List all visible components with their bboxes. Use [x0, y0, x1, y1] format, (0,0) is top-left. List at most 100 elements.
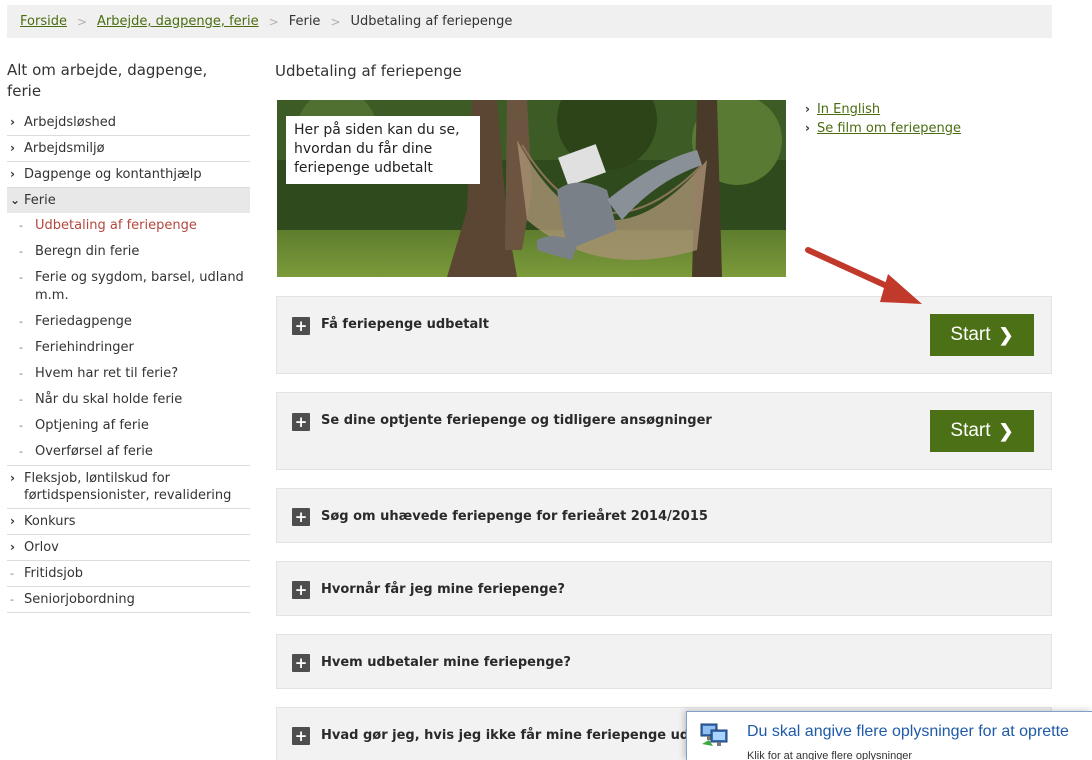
sidebar-item-arbejdsloshed[interactable]: › Arbejdsløshed	[7, 110, 250, 136]
sidebar-item-ferie[interactable]: ⌄ Ferie	[7, 188, 250, 213]
accordion-item[interactable]: + Få feriepenge udbetalt Start ❯	[276, 296, 1052, 374]
dash-icon: -	[10, 593, 14, 606]
hero-image: Her på siden kan du se, hvordan du får d…	[277, 100, 786, 277]
accordion-item[interactable]: + Hvem udbetaler mine feriepenge?	[276, 634, 1052, 689]
sidebar-subitem-label: Ferie og sygdom, barsel, udland m.m.	[35, 270, 244, 303]
sidebar-subitem-label: Hvem har ret til ferie?	[35, 366, 179, 381]
link-row: › Se film om feriepenge	[805, 119, 961, 138]
dash-icon: -	[19, 315, 23, 328]
dash-icon: -	[19, 271, 23, 284]
breadcrumb-arbejde-link[interactable]: Arbejde, dagpenge, ferie	[97, 14, 259, 29]
sidebar-item-fleksjob[interactable]: › Fleksjob, løntilskud for førtidspensio…	[7, 466, 250, 509]
notification-subtitle: Klik for at angive flere oplysninger	[747, 750, 913, 760]
link-row: › In English	[805, 100, 961, 119]
start-button-label: Start	[950, 324, 991, 345]
sidebar-subitem-ferie-sygdom[interactable]: - Ferie og sygdom, barsel, udland m.m.	[7, 265, 250, 309]
sidebar-item-label: Fleksjob, løntilskud for førtidspensioni…	[24, 471, 232, 503]
accordion-item[interactable]: + Søg om uhævede feriepenge for ferieåre…	[276, 488, 1052, 543]
start-button[interactable]: Start ❯	[930, 410, 1034, 452]
sidebar-item-fritidsjob[interactable]: - Fritidsjob	[7, 561, 250, 587]
start-button[interactable]: Start ❯	[930, 314, 1034, 356]
film-feriepenge-link[interactable]: Se film om feriepenge	[817, 119, 961, 138]
in-english-link[interactable]: In English	[817, 100, 880, 119]
dash-icon: -	[19, 419, 23, 432]
sidebar-item-label: Arbejdsløshed	[24, 115, 116, 130]
chevron-down-icon: ⌄	[10, 193, 21, 207]
plus-icon[interactable]: +	[292, 317, 310, 335]
plus-icon[interactable]: +	[292, 654, 310, 672]
sidebar-subitem-udbetaling[interactable]: - Udbetaling af feriepenge	[7, 213, 250, 239]
sidebar-subitem-label: Udbetaling af feriepenge	[35, 218, 197, 233]
notification-title: Du skal angive flere oplysninger for at …	[747, 723, 1069, 740]
hero-caption: Her på siden kan du se, hvordan du får d…	[286, 116, 480, 184]
breadcrumb-ferie: Ferie	[288, 14, 321, 29]
dash-icon: -	[19, 341, 23, 354]
sidebar-item-label: Ferie	[24, 193, 56, 208]
page-title: Udbetaling af feriepenge	[275, 62, 462, 80]
chevron-right-icon: ›	[10, 514, 15, 528]
system-notification[interactable]: Du skal angive flere oplysninger for at …	[686, 711, 1092, 760]
dash-icon: -	[10, 567, 14, 580]
dash-icon: -	[19, 219, 23, 232]
chevron-right-icon: ›	[10, 141, 15, 155]
chevron-right-icon: ›	[10, 115, 15, 129]
sidebar-subitem-ret-til-ferie[interactable]: - Hvem har ret til ferie?	[7, 361, 250, 387]
plus-icon[interactable]: +	[292, 581, 310, 599]
sidebar-subitem-label: Optjening af ferie	[35, 418, 149, 433]
accordion-label: Hvem udbetaler mine feriepenge?	[321, 655, 571, 670]
breadcrumb: Forside > Arbejde, dagpenge, ferie > Fer…	[7, 5, 1052, 38]
sidebar-subitem-beregn[interactable]: - Beregn din ferie	[7, 239, 250, 265]
red-arrow-icon	[805, 247, 922, 304]
sidebar-item-label: Konkurs	[24, 514, 76, 529]
chevron-right-icon: ›	[10, 167, 15, 181]
dash-icon: -	[19, 445, 23, 458]
chevron-right-icon: ›	[805, 102, 810, 116]
sidebar-subitem-label: Beregn din ferie	[35, 244, 140, 259]
sidebar-subitem-label: Når du skal holde ferie	[35, 392, 183, 407]
sidebar-item-orlov[interactable]: › Orlov	[7, 535, 250, 561]
sidebar-title: Alt om arbejde, dagpenge, ferie	[7, 61, 208, 100]
chevron-right-icon: ❯	[998, 420, 1014, 441]
dash-icon: -	[19, 245, 23, 258]
accordion-label: Få feriepenge udbetalt	[321, 317, 489, 332]
sidebar-subitem-holde-ferie[interactable]: - Når du skal holde ferie	[7, 387, 250, 413]
accordion-item[interactable]: + Hvornår får jeg mine feriepenge?	[276, 561, 1052, 616]
breadcrumb-separator-icon: >	[330, 14, 341, 29]
sidebar-subitem-label: Overførsel af ferie	[35, 444, 153, 459]
sidebar-subitem-overforsel[interactable]: - Overførsel af ferie	[7, 439, 250, 466]
side-links: › In English › Se film om feriepenge	[805, 100, 961, 138]
accordion-label: Se dine optjente feriepenge og tidligere…	[321, 413, 712, 428]
plus-icon[interactable]: +	[292, 508, 310, 526]
plus-icon[interactable]: +	[292, 413, 310, 431]
breadcrumb-separator-icon: >	[268, 14, 279, 29]
sidebar-item-label: Dagpenge og kontanthjælp	[24, 167, 202, 182]
sidebar-item-label: Seniorjobordning	[24, 592, 135, 607]
sidebar-subitem-feriehindringer[interactable]: - Feriehindringer	[7, 335, 250, 361]
network-computer-icon	[700, 723, 728, 746]
sidebar-item-arbejdsmiljo[interactable]: › Arbejdsmiljø	[7, 136, 250, 162]
accordion-label: Hvad gør jeg, hvis jeg ikke får mine fer…	[321, 728, 741, 743]
start-button-label: Start	[950, 420, 991, 441]
sidebar-subitem-optjening[interactable]: - Optjening af ferie	[7, 413, 250, 439]
sidebar-item-label: Orlov	[24, 540, 59, 555]
plus-icon[interactable]: +	[292, 727, 310, 745]
sidebar-item-dagpenge[interactable]: › Dagpenge og kontanthjælp	[7, 162, 250, 188]
chevron-right-icon: ›	[805, 121, 810, 135]
sidebar-subitem-label: Feriedagpenge	[35, 314, 132, 329]
sidebar-subitem-feriedagpenge[interactable]: - Feriedagpenge	[7, 309, 250, 335]
accordion-label: Søg om uhævede feriepenge for ferieåret …	[321, 509, 708, 524]
sidebar-item-konkurs[interactable]: › Konkurs	[7, 509, 250, 535]
breadcrumb-separator-icon: >	[76, 14, 88, 29]
sidebar-item-label: Fritidsjob	[24, 566, 84, 581]
sidebar-item-seniorjobordning[interactable]: - Seniorjobordning	[7, 587, 250, 613]
chevron-right-icon: ❯	[998, 324, 1014, 345]
chevron-right-icon: ›	[10, 471, 15, 485]
breadcrumb-forside-link[interactable]: Forside	[20, 14, 67, 29]
accordion-label: Hvornår får jeg mine feriepenge?	[321, 582, 565, 597]
sidebar-subitem-label: Feriehindringer	[35, 340, 134, 355]
sidebar: Alt om arbejde, dagpenge, ferie › Arbejd…	[7, 60, 250, 613]
breadcrumb-current: Udbetaling af feriepenge	[350, 14, 513, 29]
dash-icon: -	[19, 367, 23, 380]
accordion-item[interactable]: + Se dine optjente feriepenge og tidlige…	[276, 392, 1052, 470]
dash-icon: -	[19, 393, 23, 406]
